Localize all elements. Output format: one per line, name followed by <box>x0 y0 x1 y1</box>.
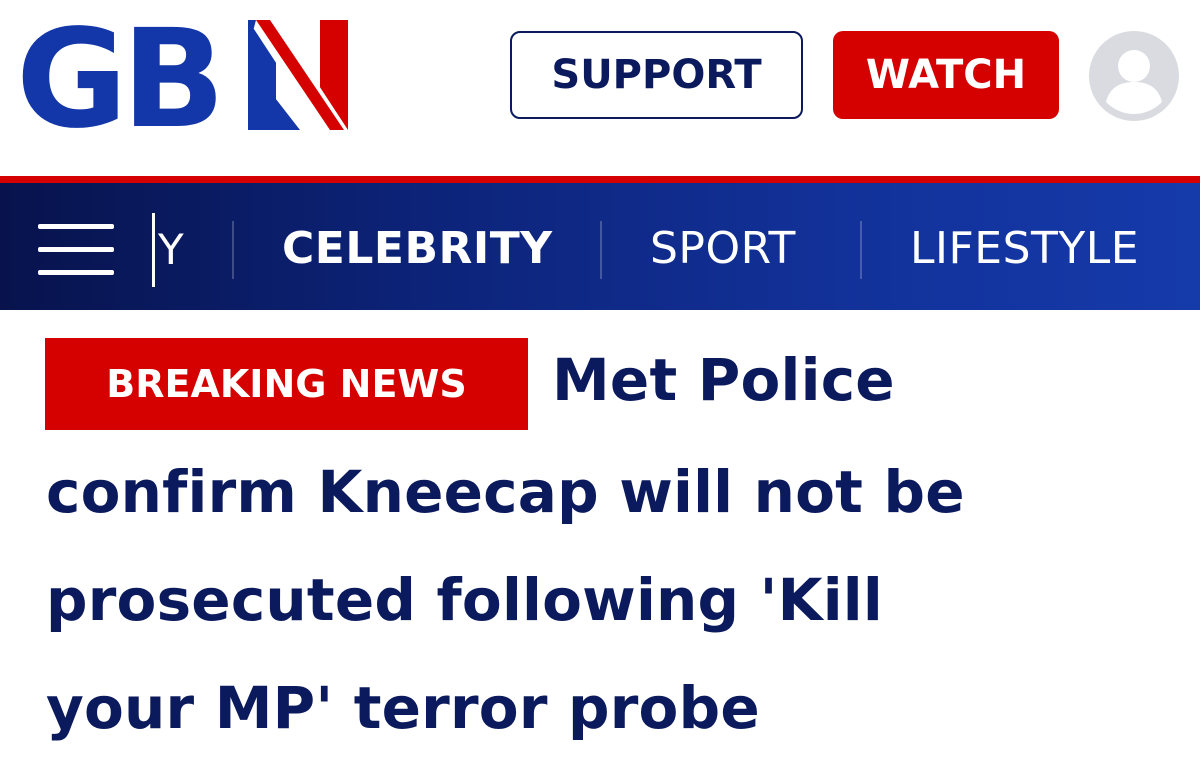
headline-line[interactable]: Met Police <box>552 346 895 414</box>
support-button[interactable]: SUPPORT <box>510 31 803 119</box>
nav-item-lifestyle[interactable]: LIFESTYLE <box>910 223 1139 274</box>
support-button-label: SUPPORT <box>551 52 762 98</box>
user-avatar-icon[interactable] <box>1088 30 1180 122</box>
headline-line[interactable]: your MP' terror probe <box>46 674 760 742</box>
hamburger-icon[interactable] <box>38 216 116 280</box>
headline-line[interactable]: prosecuted following 'Kill <box>46 566 883 634</box>
nav-item-celebrity[interactable]: CELEBRITY <box>282 223 553 274</box>
main-navigation: Y CELEBRITY SPORT LIFESTYLE <box>0 176 1200 310</box>
nav-scroll-edge <box>152 213 155 287</box>
breaking-news-label: BREAKING NEWS <box>106 362 467 406</box>
nav-item-clipped[interactable]: Y <box>158 225 184 274</box>
nav-divider <box>860 221 862 279</box>
breaking-news-badge: BREAKING NEWS <box>45 338 528 430</box>
gbn-logo[interactable]: GB <box>16 10 356 138</box>
nav-divider <box>600 221 602 279</box>
nav-divider <box>232 221 234 279</box>
watch-button-label: WATCH <box>865 52 1027 98</box>
watch-button[interactable]: WATCH <box>833 31 1059 119</box>
gbn-logo-mark: GB <box>16 10 348 138</box>
svg-text:GB: GB <box>16 10 219 138</box>
headline-line[interactable]: confirm Kneecap will not be <box>46 458 965 526</box>
site-header: GB SUPPORT WATCH <box>0 0 1200 176</box>
nav-item-sport[interactable]: SPORT <box>650 223 796 274</box>
